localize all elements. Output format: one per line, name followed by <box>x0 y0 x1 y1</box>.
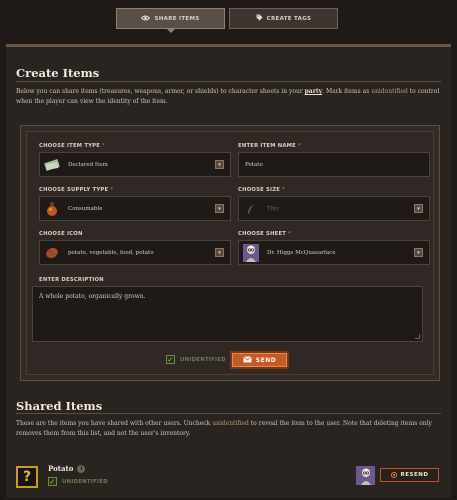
divider <box>16 81 441 82</box>
description-label: ENTER DESCRIPTION <box>39 277 104 283</box>
icon-label: CHOOSE ICON <box>39 231 83 237</box>
sheet-label: CHOOSE SHEET * <box>238 231 292 237</box>
tab-create-tags[interactable]: CREATE TAGS <box>229 8 338 29</box>
description-textarea[interactable]: A whole potato, organically grown. <box>32 286 423 342</box>
tag-icon <box>256 14 263 23</box>
party-link[interactable]: party <box>305 88 323 95</box>
recipient-avatar <box>355 465 376 486</box>
item-unidentified-toggle[interactable]: ✓ UNIDENTIFIED <box>48 477 108 486</box>
shared-items-title: Shared Items <box>16 399 103 413</box>
divider <box>16 413 441 414</box>
checkbox-checked[interactable]: ✓ <box>48 477 57 486</box>
tab-share-items[interactable]: SHARE ITEMS <box>116 8 225 33</box>
item-type-select[interactable]: Declared Item ▾ <box>39 152 231 177</box>
resend-icon <box>390 472 397 478</box>
create-items-title: Create Items <box>16 66 100 80</box>
size-label: CHOOSE SIZE * <box>238 187 286 193</box>
chevron-down-icon[interactable]: ▾ <box>215 204 224 213</box>
shared-intro: These are the items you have shared with… <box>16 420 432 437</box>
character-avatar <box>243 243 259 262</box>
potion-icon <box>44 200 60 218</box>
potato-icon <box>44 244 60 262</box>
item-name-input[interactable]: Potato <box>238 152 430 177</box>
supply-type-select[interactable]: Consumable ▾ <box>39 196 231 221</box>
checkbox-checked[interactable]: ✓ <box>166 355 175 364</box>
item-name: Potato i <box>48 464 86 473</box>
eye-icon <box>141 15 151 23</box>
sheet-select[interactable]: Dr. Higgs McQuasarface ▾ <box>238 240 430 265</box>
tab-label: SHARE ITEMS <box>154 15 200 22</box>
shared-item-row: ? Potato i ✓ UNIDENTIFIED RESEND <box>6 457 451 497</box>
info-icon[interactable]: i <box>77 464 86 473</box>
icon-select[interactable]: potato, vegetable, food, potato ▾ <box>39 240 231 265</box>
question-mark-icon: ? <box>16 466 38 488</box>
banknote-icon <box>44 156 60 174</box>
size-select[interactable]: Tiny ▾ <box>238 196 430 221</box>
supply-type-label: CHOOSE SUPPLY TYPE * <box>39 187 114 193</box>
resend-button[interactable]: RESEND <box>380 468 439 482</box>
main-panel: Create Items Below you can share items (… <box>6 44 451 498</box>
tab-bar: SHARE ITEMS CREATE TAGS <box>116 8 338 33</box>
create-intro: Below you can share items (treasures, we… <box>16 88 440 105</box>
chevron-down-icon[interactable]: ▾ <box>414 204 423 213</box>
item-name-label: ENTER ITEM NAME * <box>238 143 301 149</box>
chevron-down-icon[interactable]: ▾ <box>215 160 224 169</box>
chevron-down-icon[interactable]: ▾ <box>414 248 423 257</box>
feather-icon <box>243 200 259 218</box>
chevron-down-icon[interactable]: ▾ <box>215 248 224 257</box>
unidentified-link: unidentified <box>371 88 408 95</box>
tab-label: CREATE TAGS <box>266 15 312 22</box>
resize-handle[interactable] <box>415 334 420 339</box>
unidentified-toggle[interactable]: ✓ UNIDENTIFIED <box>166 355 226 364</box>
envelope-icon <box>243 355 252 365</box>
send-button[interactable]: SEND <box>230 351 289 369</box>
item-type-label: CHOOSE ITEM TYPE * <box>39 143 106 149</box>
create-item-form: CHOOSE ITEM TYPE * Declared Item ▾ ENTER… <box>20 125 440 381</box>
